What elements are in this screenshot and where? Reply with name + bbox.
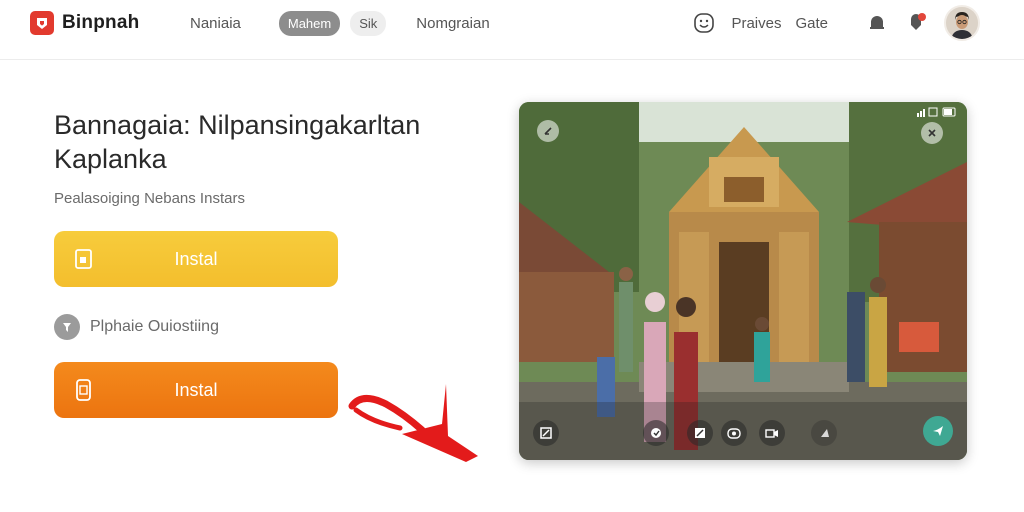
brand-logo-icon bbox=[30, 11, 54, 35]
status-bar bbox=[917, 107, 957, 117]
header-actions: Praives Gate bbox=[691, 5, 980, 41]
camera-icon[interactable] bbox=[721, 420, 747, 446]
phone-icon bbox=[74, 378, 94, 407]
install-button-secondary[interactable]: Instal bbox=[54, 362, 338, 418]
nav-item-2-active[interactable]: Mahem bbox=[278, 11, 341, 36]
back-icon[interactable] bbox=[537, 120, 559, 142]
media-controls bbox=[519, 400, 967, 460]
stamp-icon[interactable] bbox=[643, 420, 669, 446]
signal-battery-icon bbox=[917, 107, 956, 117]
annotation-arrow-icon bbox=[348, 384, 478, 462]
alt-option[interactable]: Plphaie Ouiostiing bbox=[54, 314, 219, 340]
brand[interactable]: Binpnah bbox=[30, 11, 139, 35]
install-button-primary[interactable]: Instal bbox=[54, 231, 338, 287]
notification-icon[interactable] bbox=[904, 10, 930, 36]
nav-item-3[interactable]: Sik bbox=[350, 11, 387, 36]
install-button-secondary-label: Instal bbox=[174, 379, 218, 400]
brand-name: Binpnah bbox=[62, 12, 140, 33]
nav-spacer bbox=[257, 20, 269, 28]
media-preview[interactable] bbox=[519, 102, 967, 460]
bell-icon[interactable] bbox=[864, 10, 890, 36]
page-subtitle: Pealasoiging Nebans Instars bbox=[54, 190, 245, 207]
share-icon[interactable] bbox=[923, 416, 953, 446]
edit-icon[interactable] bbox=[687, 420, 713, 446]
nav-item-4[interactable]: Nomgraian bbox=[410, 11, 495, 36]
video-icon[interactable] bbox=[759, 420, 785, 446]
header-link-2[interactable]: Gate bbox=[795, 15, 828, 32]
main-nav: Naniaia Mahem Sik Nomgraian bbox=[184, 11, 496, 36]
user-avatar[interactable] bbox=[944, 5, 980, 41]
alt-option-label: Plphaie Ouiostiing bbox=[90, 318, 219, 335]
nav-item-1[interactable]: Naniaia bbox=[184, 11, 247, 36]
pin-icon bbox=[54, 314, 80, 340]
notification-badge bbox=[918, 13, 926, 21]
page-title: Bannagaia: Nilpansingakarltan Kaplanka bbox=[54, 110, 421, 174]
expand-icon[interactable] bbox=[533, 420, 559, 446]
play-icon[interactable] bbox=[811, 420, 837, 446]
header-link-1[interactable]: Praives bbox=[731, 15, 781, 32]
smiley-icon[interactable] bbox=[691, 10, 717, 36]
file-icon bbox=[74, 247, 94, 276]
close-icon[interactable] bbox=[921, 122, 943, 144]
install-button-primary-label: Instal bbox=[174, 248, 218, 269]
top-navigation-bar: Binpnah Naniaia Mahem Sik Nomgraian Prai… bbox=[0, 0, 1024, 60]
